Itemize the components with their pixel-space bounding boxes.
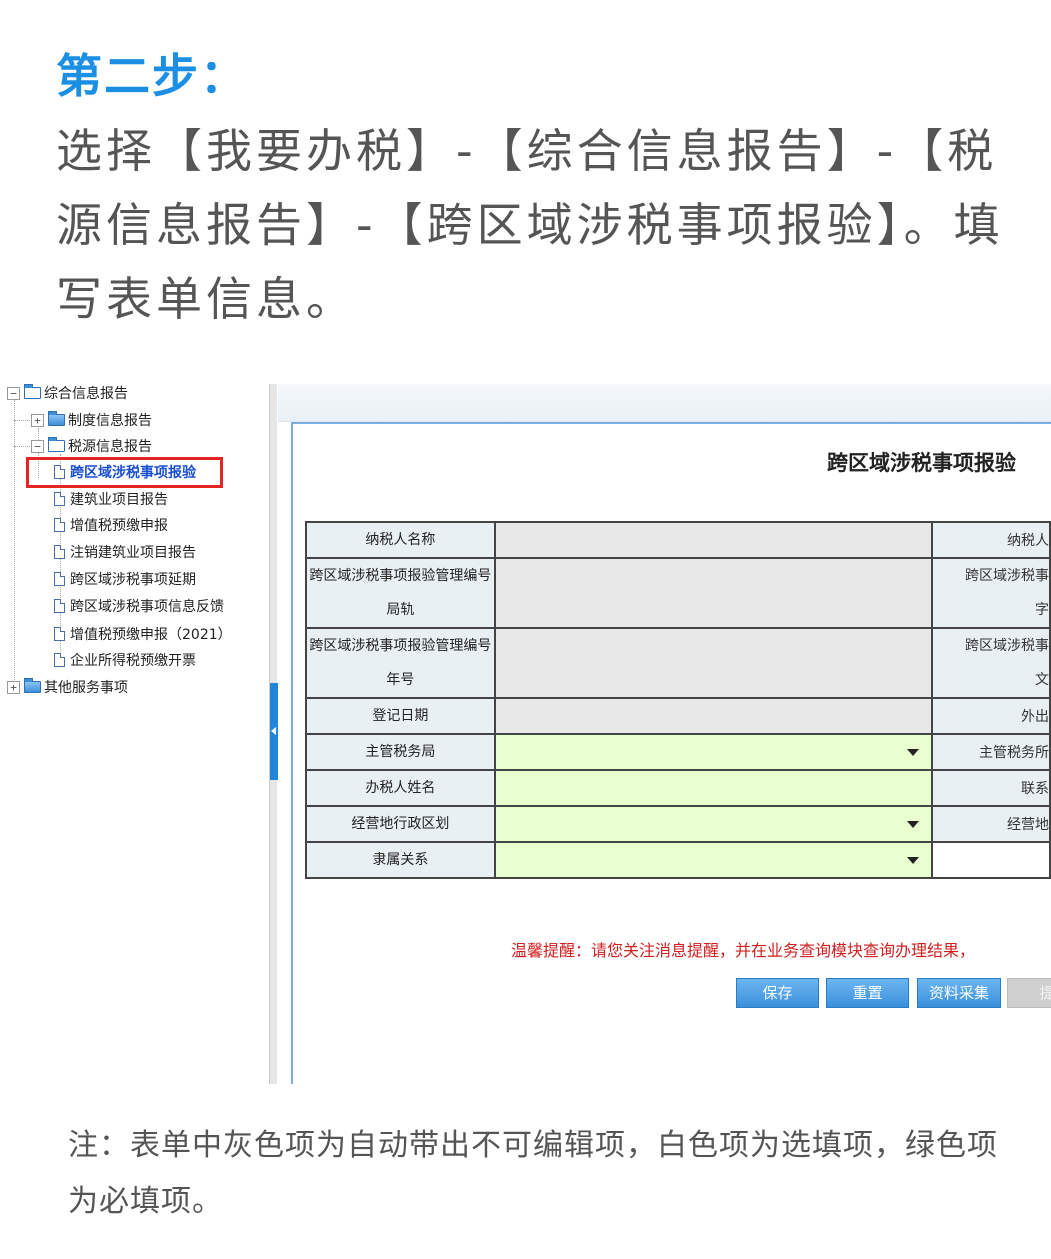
- field-label: 纳税人名称: [305, 521, 496, 559]
- field-label: 经营地行政区划: [305, 805, 496, 843]
- tree-node-label: 税源信息报告: [68, 439, 152, 455]
- field-label: 办税人姓名: [305, 769, 496, 807]
- reminder-text: 温馨提醒：请您关注消息提醒，并在业务查询模块查询办理结果，: [511, 941, 976, 960]
- field-label-line: 局轨: [386, 602, 415, 618]
- folder-open-icon: [24, 384, 41, 399]
- tree-item-label: 跨区域涉税事项延期: [70, 572, 196, 588]
- dropdown-arrow-icon[interactable]: [906, 749, 919, 756]
- field-label-line: 字: [1035, 602, 1049, 618]
- tax-bureau-select[interactable]: [493, 733, 933, 771]
- form-table: 纳税人名称 纳税人 跨区域涉税事项报验管理编号 局轨 跨区域涉税事 字 跨区域涉…: [305, 521, 1051, 879]
- document-icon: [54, 518, 65, 532]
- submit-button[interactable]: 提: [1007, 978, 1051, 1008]
- document-icon: [54, 599, 65, 613]
- form-row: 跨区域涉税事项报验管理编号 局轨 跨区域涉税事 字: [305, 557, 1051, 629]
- tree-node-label: 其他服务事项: [44, 680, 128, 696]
- document-icon: [54, 492, 65, 506]
- collapse-panel-icon[interactable]: [270, 683, 278, 780]
- field-label-line: 文: [1035, 672, 1049, 688]
- tree-item-label: 增值税预缴申报: [70, 518, 168, 534]
- tree-node-root[interactable]: − 综合信息报告: [7, 382, 128, 404]
- save-button[interactable]: 保存: [736, 978, 819, 1008]
- tree-item-construction-report[interactable]: 建筑业项目报告: [54, 488, 168, 510]
- tree-item-cancel-construction[interactable]: 注销建筑业项目报告: [54, 541, 196, 563]
- form-row: 纳税人名称 纳税人: [305, 521, 1051, 559]
- handler-name-input[interactable]: [493, 769, 933, 807]
- collect-materials-button[interactable]: 资料采集: [917, 978, 1001, 1008]
- tree-item-label: 企业所得税预缴开票: [70, 653, 196, 669]
- tree-item-label: 建筑业项目报告: [70, 492, 168, 508]
- tree-item-cross-region-feedback[interactable]: 跨区域涉税事项信息反馈: [54, 595, 224, 617]
- form-row: 经营地行政区划 经营地: [305, 805, 1051, 843]
- form-panel: 跨区域涉税事项报验 纳税人名称 纳税人 跨区域涉税事项报验管理编号 局轨 跨区域…: [291, 422, 1051, 1084]
- form-title: 跨区域涉税事项报验: [827, 450, 1016, 475]
- tree-node-label: 综合信息报告: [44, 386, 128, 402]
- document-icon: [54, 653, 65, 667]
- admin-division-select[interactable]: [493, 805, 933, 843]
- field-label: 经营地: [930, 805, 1051, 843]
- field-label-line: 年号: [386, 672, 415, 688]
- field-label-line: 跨区域涉税事项报验管理编号: [309, 638, 492, 654]
- tree-item-cit-prepay-invoice[interactable]: 企业所得税预缴开票: [54, 649, 196, 671]
- tree-node-system-info[interactable]: + 制度信息报告: [31, 409, 152, 431]
- document-icon: [54, 545, 65, 559]
- affiliation-select[interactable]: [493, 841, 933, 879]
- expand-toggle-icon[interactable]: +: [31, 413, 44, 427]
- nav-tree: − 综合信息报告 + 制度信息报告 − 税源信息报告 跨区域涉税事项报验 建筑业…: [0, 378, 262, 708]
- selection-highlight-box: [26, 457, 223, 488]
- field-label: 跨区域涉税事 文: [930, 627, 1051, 699]
- form-row: 登记日期 外出: [305, 697, 1051, 735]
- collapse-toggle-icon[interactable]: −: [7, 386, 20, 400]
- tree-item-label: 跨区域涉税事项信息反馈: [70, 599, 224, 615]
- tree-node-tax-source[interactable]: − 税源信息报告: [31, 435, 152, 457]
- folder-icon: [24, 678, 41, 693]
- field-label: 主管税务所: [930, 733, 1051, 771]
- field-label: 纳税人: [930, 521, 1051, 559]
- dropdown-arrow-icon[interactable]: [906, 857, 919, 864]
- collapse-toggle-icon[interactable]: −: [31, 439, 44, 453]
- tree-item-label: 增值税预缴申报（2021）: [70, 627, 232, 643]
- folder-icon: [48, 411, 65, 426]
- field-label-line: 跨区域涉税事项报验管理编号: [309, 568, 492, 584]
- document-icon: [54, 572, 65, 586]
- inspection-number-year-field: [493, 627, 933, 699]
- field-label: 主管税务局: [305, 733, 496, 771]
- tree-node-label: 制度信息报告: [68, 413, 152, 429]
- field-label: 跨区域涉税事项报验管理编号 局轨: [305, 557, 496, 629]
- dropdown-arrow-icon[interactable]: [906, 821, 919, 828]
- field-label: 跨区域涉税事 字: [930, 557, 1051, 629]
- inspection-number-bureau-field: [493, 557, 933, 629]
- field-label: 外出: [930, 697, 1051, 735]
- expand-toggle-icon[interactable]: +: [7, 680, 20, 694]
- reset-button[interactable]: 重置: [826, 978, 909, 1008]
- registration-date-field: [493, 697, 933, 735]
- form-row: 隶属关系: [305, 841, 1051, 879]
- field-label-line: 跨区域涉税事: [965, 568, 1049, 584]
- field-label: 跨区域涉税事项报验管理编号 年号: [305, 627, 496, 699]
- footnote: 注：表单中灰色项为自动带出不可编辑项，白色项为选填项，绿色项为必填项。: [68, 1128, 998, 1219]
- form-row: 办税人姓名 联系: [305, 769, 1051, 807]
- step-description: 选择【我要办税】-【综合信息报告】-【税源信息报告】-【跨区域涉税事项报验】。填…: [56, 124, 1004, 326]
- document-icon: [54, 627, 65, 641]
- tree-item-label: 注销建筑业项目报告: [70, 545, 196, 561]
- tree-item-vat-prepay-2021[interactable]: 增值税预缴申报（2021）: [54, 623, 232, 645]
- field-label: 联系: [930, 769, 1051, 807]
- taxpayer-name-field: [493, 521, 933, 559]
- empty-cell: [930, 841, 1051, 879]
- form-row: 跨区域涉税事项报验管理编号 年号 跨区域涉税事 文: [305, 627, 1051, 699]
- form-row: 主管税务局 主管税务所: [305, 733, 1051, 771]
- tree-item-cross-region-extension[interactable]: 跨区域涉税事项延期: [54, 568, 196, 590]
- field-label: 登记日期: [305, 697, 496, 735]
- field-label-line: 跨区域涉税事: [965, 638, 1049, 654]
- panel-toolbar: [278, 384, 1051, 422]
- tree-node-other-services[interactable]: + 其他服务事项: [7, 676, 128, 698]
- step-title: 第二步：: [56, 49, 248, 103]
- field-label: 隶属关系: [305, 841, 496, 879]
- folder-open-icon: [48, 437, 65, 452]
- tree-item-vat-prepay[interactable]: 增值税预缴申报: [54, 514, 168, 536]
